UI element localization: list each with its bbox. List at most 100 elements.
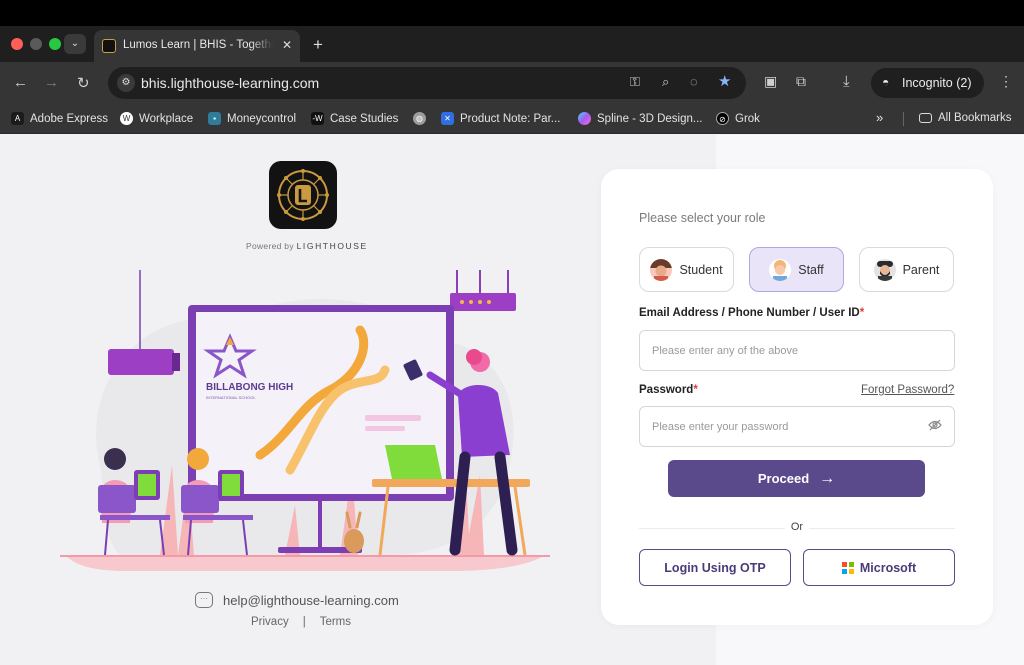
tab-search-button[interactable]: ⌄ [64, 34, 86, 54]
active-tab[interactable]: Lumos Learn | BHIS - Together ✕ [94, 30, 300, 62]
password-field[interactable] [639, 406, 955, 447]
arrow-right-icon: → [819, 469, 836, 487]
site-info-icon[interactable]: ⚙ [117, 74, 135, 92]
lumos-logo [269, 161, 337, 229]
bookmark-item[interactable]: Spline - 3D Design... [578, 112, 702, 125]
floor [65, 555, 545, 571]
proceed-button[interactable]: Proceed → [668, 460, 925, 497]
bookmark-label: Product Note: Par... [460, 112, 561, 125]
bookmarks-divider [903, 112, 904, 126]
all-bookmarks-label: All Bookmarks [938, 112, 1012, 124]
board-school-name: BILLABONG HIGH [206, 382, 293, 393]
close-window-button[interactable] [11, 38, 23, 50]
forward-icon[interactable]: → [44, 74, 59, 91]
login-otp-button[interactable]: Login Using OTP [639, 549, 791, 586]
role-staff-button[interactable]: Staff [749, 247, 844, 292]
globe-icon: ◍ [413, 112, 426, 125]
role-title: Please select your role [639, 211, 766, 225]
microsoft-label: Microsoft [859, 560, 917, 575]
projector [108, 349, 174, 375]
all-bookmarks-button[interactable]: All Bookmarks [919, 112, 1012, 124]
login-card: Please select your role Student Staff Pa… [601, 169, 993, 625]
new-tab-button[interactable]: + [313, 35, 323, 55]
navigation-bar: ← → ↻ ⚙ bhis.lighthouse-learning.com ⚿ ⌕… [0, 62, 1024, 104]
role-parent-button[interactable]: Parent [859, 247, 954, 292]
required-mark: * [693, 384, 698, 396]
footer-separator: | [302, 616, 306, 628]
role-label: Student [679, 262, 723, 277]
more-menu-icon[interactable]: ⋮ [999, 73, 1013, 90]
tab-close-icon[interactable]: ✕ [282, 38, 292, 52]
folder-icon [919, 113, 932, 123]
proceed-label: Proceed [757, 471, 810, 486]
rabbit [344, 529, 364, 553]
powered-brand: LIGHTHOUSE [296, 241, 368, 251]
privacy-link[interactable]: Privacy [251, 616, 289, 628]
bookmark-item[interactable]: ✕ Product Note: Par... [441, 112, 560, 125]
chat-bubble-icon: ··· [195, 592, 213, 608]
bookmark-item[interactable]: ◍ [413, 112, 432, 125]
back-icon[interactable]: ← [13, 74, 28, 91]
powered-by-text: Powered by LIGHTHOUSE [246, 241, 368, 251]
lumos-logo-icon [277, 169, 329, 221]
staff-avatar-icon [769, 258, 792, 281]
adobe-express-icon: A [11, 112, 24, 125]
extensions-puzzle-icon[interactable]: ⧉ [796, 73, 806, 90]
help-contact[interactable]: ··· help@lighthouse-learning.com [195, 592, 399, 608]
address-bar[interactable]: ⚙ bhis.lighthouse-learning.com ⚿ ⌕ ◌ ★ [108, 67, 746, 99]
forgot-password-link[interactable]: Forgot Password? [861, 384, 954, 396]
board-school-sub: INTERNATIONAL SCHOOL [206, 395, 256, 400]
bookmark-label: Spline - 3D Design... [597, 112, 703, 125]
eye-slash-icon[interactable] [928, 419, 942, 434]
footer-links: Privacy | Terms [251, 616, 351, 628]
incognito-badge[interactable]: ◓ Incognito (2) [871, 68, 984, 98]
parent-avatar-icon [873, 258, 896, 281]
bookmark-star-icon[interactable]: ★ [718, 72, 731, 90]
workplace-icon: W [120, 112, 133, 125]
bookmark-label: Workplace [139, 112, 194, 125]
email-field[interactable] [639, 330, 955, 371]
bookmark-label: Adobe Express [30, 112, 108, 125]
url-text[interactable]: bhis.lighthouse-learning.com [141, 75, 319, 91]
password-label-text: Password [639, 384, 694, 396]
bookmark-item[interactable]: W Workplace [120, 112, 193, 125]
minimize-window-button[interactable] [30, 38, 42, 50]
otp-label: Login Using OTP [664, 560, 766, 575]
password-key-icon[interactable]: ⚿ [630, 74, 640, 90]
powered-prefix: Powered by [246, 241, 294, 251]
bookmark-item[interactable]: A Adobe Express [11, 112, 108, 125]
grok-icon: ⊘ [716, 112, 729, 125]
microsoft-logo-icon [841, 561, 855, 574]
download-icon[interactable]: ⤓ [843, 73, 850, 90]
role-label: Parent [902, 262, 940, 277]
bookmark-item[interactable]: -W Case Studies [311, 112, 398, 125]
confluence-icon: ✕ [441, 112, 454, 125]
incognito-label: Incognito (2) [902, 76, 972, 90]
terms-link[interactable]: Terms [320, 616, 351, 628]
eye-slash-icon[interactable]: ◌ [690, 74, 698, 89]
bookmark-item[interactable]: ⊘ Grok [716, 112, 760, 125]
laptop [385, 445, 442, 479]
incognito-icon: ◓ [882, 75, 890, 89]
email-label: Email Address / Phone Number / User ID* [639, 307, 864, 319]
tab-title: Lumos Learn | BHIS - Together [123, 39, 273, 51]
tab-bar: ⌄ Lumos Learn | BHIS - Together ✕ + [0, 26, 1024, 62]
bookmark-label: Case Studies [330, 112, 399, 125]
role-student-button[interactable]: Student [639, 247, 734, 292]
router [450, 293, 516, 311]
zoom-icon[interactable]: ⌕ [662, 74, 669, 90]
bookmark-item[interactable]: ▪ Moneycontrol [208, 112, 296, 125]
bookmarks-overflow-icon[interactable]: » [876, 110, 883, 125]
reload-icon[interactable]: ↻ [77, 74, 90, 92]
bookmark-label: Moneycontrol [227, 112, 297, 125]
maximize-window-button[interactable] [49, 38, 61, 50]
student-avatar-icon [650, 258, 673, 281]
window-top-strip [0, 0, 1024, 26]
required-mark: * [859, 307, 865, 319]
help-email[interactable]: help@lighthouse-learning.com [223, 593, 399, 608]
tab-favicon-icon [102, 39, 116, 53]
bookmark-label: Grok [735, 112, 760, 125]
bookmarks-bar: A Adobe Express W Workplace ▪ Moneycontr… [0, 104, 1024, 134]
microsoft-login-button[interactable]: Microsoft [803, 549, 955, 586]
extension-profile-icon[interactable]: ▣ [764, 73, 777, 90]
